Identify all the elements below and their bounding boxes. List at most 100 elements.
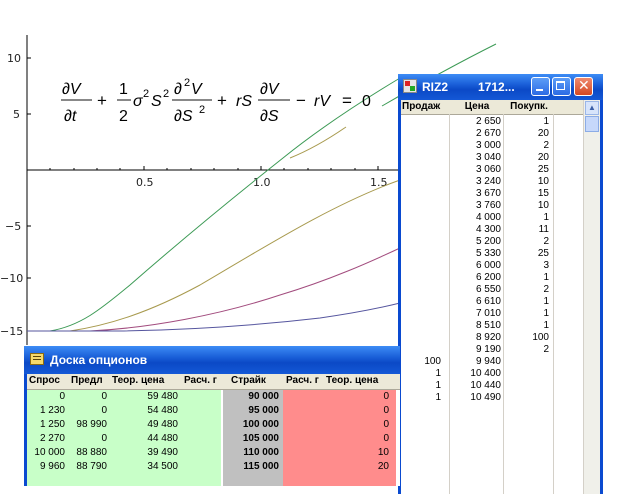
- cell-theo2: 0: [383, 433, 389, 444]
- cell-price: 10 440: [470, 380, 501, 391]
- cell-price: 3 670: [475, 188, 501, 199]
- order-book-row[interactable]: 4 000 1: [401, 212, 586, 224]
- column-header-calc[interactable]: Расч. г: [184, 375, 220, 386]
- riz2-titlebar[interactable]: RIZ2 1712... ✕: [398, 74, 603, 100]
- option-board-title: Доска опционов: [50, 353, 148, 367]
- svg-text:+: +: [97, 91, 107, 110]
- x-tick-label: 1.0: [253, 176, 271, 189]
- scrollbar-thumb[interactable]: [585, 116, 599, 132]
- cell-price: 3 760: [475, 200, 501, 211]
- cell-theo: 59 480: [147, 391, 178, 402]
- cell-buy: 10: [537, 176, 549, 187]
- order-book-row[interactable]: 1 10 440: [401, 380, 586, 392]
- order-book-row[interactable]: 3 040 20: [401, 152, 586, 164]
- window-app-icon: [403, 79, 417, 93]
- cell-strike: 115 000: [243, 461, 279, 472]
- cell-strike: 90 000: [248, 391, 279, 402]
- order-book-row[interactable]: 2 670 20: [401, 128, 586, 140]
- option-board-table: Спрос Предл Теор. цена Расч. г Страйк Ра…: [27, 374, 400, 486]
- order-book-row[interactable]: 4 300 11: [401, 224, 586, 236]
- curve-green: [27, 77, 401, 332]
- order-book-row[interactable]: 7 010 1: [401, 308, 586, 320]
- svg-text:∂S: ∂S: [174, 108, 193, 125]
- cell-price: 2 670: [475, 128, 501, 139]
- option-row[interactable]: 9 960 88 790 34 500 115 000 20: [27, 460, 400, 474]
- cell-price: 7 010: [475, 308, 501, 319]
- option-row[interactable]: 2 270 0 44 480 105 000 0: [27, 432, 400, 446]
- order-book-row[interactable]: 6 610 1: [401, 296, 586, 308]
- svg-text:0: 0: [362, 93, 371, 110]
- column-header-price[interactable]: Цена: [451, 101, 503, 112]
- order-book-row[interactable]: 6 200 1: [401, 272, 586, 284]
- order-book-row[interactable]: 3 670 15: [401, 188, 586, 200]
- order-book-row[interactable]: 3 000 2: [401, 140, 586, 152]
- svg-text:2: 2: [184, 77, 190, 89]
- order-book-row[interactable]: 6 000 3: [401, 260, 586, 272]
- column-header-buy[interactable]: Покупк.: [505, 101, 553, 112]
- cell-theo: 34 500: [147, 461, 178, 472]
- order-book-row[interactable]: 1 10 490: [401, 392, 586, 404]
- cell-theo2: 20: [377, 461, 389, 472]
- svg-text:∂: ∂: [174, 81, 182, 98]
- cell-price: 2 650: [475, 116, 501, 127]
- scroll-up-button[interactable]: ▲: [585, 101, 599, 115]
- maximize-icon: [556, 81, 565, 90]
- order-book-row[interactable]: 100 9 940: [401, 356, 586, 368]
- cell-price: 5 330: [475, 248, 501, 259]
- option-board-titlebar[interactable]: Доска опционов: [24, 346, 400, 374]
- cell-price: 6 000: [475, 260, 501, 271]
- cell-theo2: 0: [383, 405, 389, 416]
- option-row[interactable]: 10 000 88 880 39 490 110 000 10: [27, 446, 400, 460]
- y-tick-label: −5: [5, 220, 21, 233]
- order-book-row[interactable]: 9 190 2: [401, 344, 586, 356]
- column-header-sell[interactable]: Продаж: [402, 101, 448, 112]
- order-book-row[interactable]: 1 10 400: [401, 368, 586, 380]
- column-header-theo-price-2[interactable]: Теор. цена: [326, 375, 394, 386]
- option-row[interactable]: 1 250 98 990 49 480 100 000 0: [27, 418, 400, 432]
- option-board-header: Спрос Предл Теор. цена Расч. г Страйк Ра…: [27, 374, 400, 390]
- curve-olive: [27, 179, 401, 332]
- order-book-row[interactable]: 2 650 1: [401, 116, 586, 128]
- cell-bid: 9 960: [39, 461, 65, 472]
- vertical-scrollbar[interactable]: ▲: [583, 100, 600, 494]
- svg-text:∂S: ∂S: [260, 108, 279, 125]
- cell-price: 9 940: [475, 356, 501, 367]
- order-book-row[interactable]: 3 240 10: [401, 176, 586, 188]
- cell-buy: 10: [537, 200, 549, 211]
- svg-text:2: 2: [143, 88, 149, 100]
- order-book-row[interactable]: 8 510 1: [401, 320, 586, 332]
- column-header-theo-price[interactable]: Теор. цена: [112, 375, 182, 386]
- minimize-button[interactable]: [531, 77, 550, 96]
- y-tick-label: 10: [7, 52, 21, 65]
- y-tick-label: 5: [13, 108, 20, 121]
- column-header-strike[interactable]: Страйк: [231, 375, 281, 386]
- order-book-row[interactable]: 6 550 2: [401, 284, 586, 296]
- cell-price: 4 000: [475, 212, 501, 223]
- close-button[interactable]: ✕: [574, 77, 593, 96]
- column-header-ask[interactable]: Предл: [71, 375, 109, 386]
- option-board-window: Доска опционов Спрос Предл Теор. цена Ра…: [24, 346, 400, 486]
- maximize-button[interactable]: [552, 77, 571, 96]
- cell-theo2: 0: [383, 419, 389, 430]
- cell-sell: 1: [435, 392, 441, 403]
- option-row[interactable]: 1 230 0 54 480 95 000 0: [27, 404, 400, 418]
- svg-text:2: 2: [163, 88, 169, 100]
- cell-buy: 20: [537, 128, 549, 139]
- order-book-row[interactable]: 5 200 2: [401, 236, 586, 248]
- close-icon: ✕: [578, 78, 590, 94]
- option-row[interactable]: 0 0 59 480 90 000 0: [27, 390, 400, 404]
- order-book-row[interactable]: 5 330 25: [401, 248, 586, 260]
- cell-theo: 44 480: [147, 433, 178, 444]
- order-book-row[interactable]: 3 760 10: [401, 200, 586, 212]
- svg-text:=: =: [342, 91, 352, 110]
- column-header-calc-2[interactable]: Расч. г: [286, 375, 322, 386]
- svg-text:∂V: ∂V: [62, 81, 82, 98]
- cell-bid: 0: [59, 391, 65, 402]
- order-book-row[interactable]: 8 920 100: [401, 332, 586, 344]
- svg-text:1: 1: [119, 81, 128, 98]
- column-header-bid[interactable]: Спрос: [29, 375, 69, 386]
- cell-price: 9 190: [475, 344, 501, 355]
- cell-buy: 25: [537, 164, 549, 175]
- cell-sell: 100: [424, 356, 441, 367]
- order-book-row[interactable]: 3 060 25: [401, 164, 586, 176]
